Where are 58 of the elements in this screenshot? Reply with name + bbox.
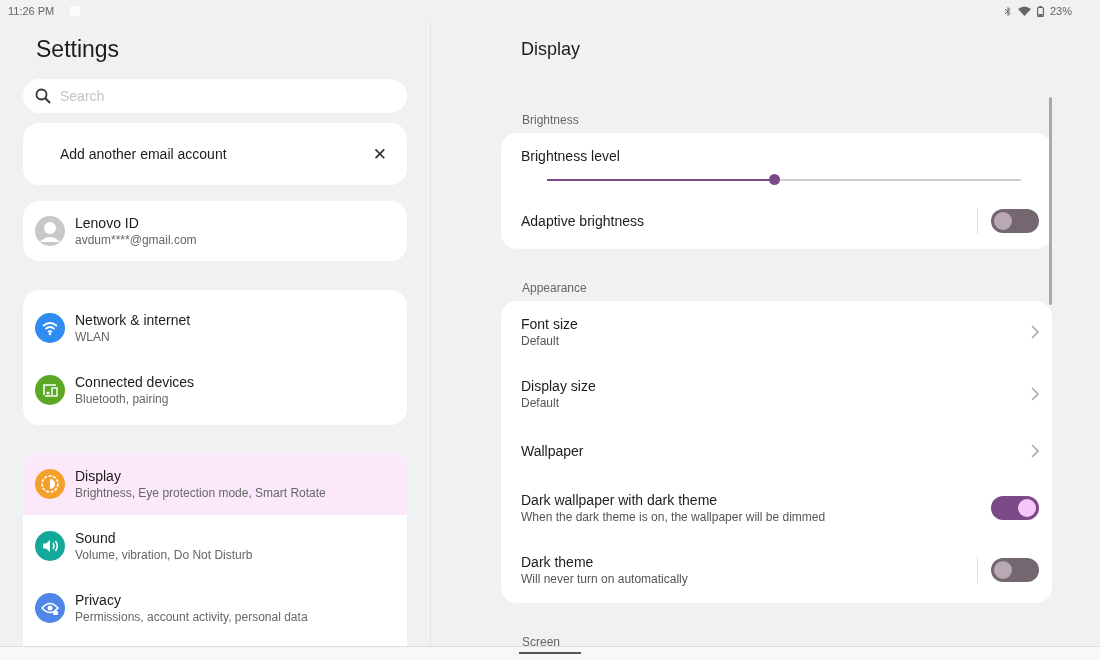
- row-label: Brightness level: [521, 148, 620, 164]
- row-label: Font size: [521, 315, 578, 333]
- home-handle[interactable]: [519, 652, 581, 654]
- toggle-switch[interactable]: [991, 558, 1039, 582]
- settings-item[interactable]: Network & internet WLAN: [23, 296, 407, 359]
- setting-row[interactable]: Dark wallpaper with dark theme When the dark theme is on, the wallpaper will be dimmed: [501, 477, 1052, 539]
- item-subtitle: Volume, vibration, Do Not Disturb: [75, 547, 253, 563]
- row-sublabel: When the dark theme is on, the wallpaper will be dimmed: [521, 509, 826, 525]
- row-label: Dark theme: [521, 553, 594, 571]
- setting-row[interactable]: Wallpaper: [501, 425, 1052, 477]
- search-icon: [35, 87, 51, 104]
- row-label: Dark wallpaper with dark theme: [521, 491, 718, 509]
- chevron-icon: [1031, 387, 1039, 401]
- account-email: avdum****@gmail.com: [75, 232, 197, 249]
- wifi-icon: [1017, 6, 1031, 16]
- row-sublabel: Default: [521, 333, 560, 349]
- item-title: Connected devices: [75, 372, 195, 391]
- item-title: Display: [75, 467, 121, 485]
- row-label: Display size: [521, 377, 596, 395]
- chevron-icon: [1031, 444, 1039, 458]
- banner-text: Add another email account: [60, 146, 228, 163]
- item-title: Network & internet: [75, 310, 191, 329]
- row-label: Adaptive brightness: [521, 212, 644, 230]
- page-title: Settings: [36, 36, 121, 64]
- row-sublabel: Default: [521, 395, 560, 411]
- toggle-switch[interactable]: [991, 209, 1039, 233]
- section-header: Screen: [522, 634, 562, 646]
- row-sublabel: Will never turn on automatically: [521, 571, 688, 587]
- item-title: Privacy: [75, 591, 121, 609]
- section-header: Brightness: [522, 112, 580, 129]
- item-subtitle: Permissions, account activity, personal data: [75, 609, 308, 625]
- account-name: Lenovo ID: [75, 214, 139, 233]
- settings-item[interactable]: Connected devices Bluetooth, pairing: [23, 358, 407, 421]
- chevron-icon: [1031, 325, 1039, 339]
- item-subtitle: Brightness, Eye protection mode, Smart Rotate: [75, 485, 326, 501]
- row-label: Wallpaper: [521, 442, 584, 460]
- setting-row[interactable]: Font size Default: [501, 301, 1052, 363]
- battery-percent: 23%: [1049, 5, 1072, 17]
- setting-row[interactable]: Display size Default: [501, 363, 1052, 425]
- bluetooth-icon: [1003, 5, 1012, 17]
- account-card[interactable]: Lenovo ID avdum****@gmail.com: [23, 201, 407, 261]
- settings-item[interactable]: Privacy Permissions, account activity, personal data: [23, 577, 407, 639]
- status-time: 11:26 PM: [8, 5, 55, 17]
- item-subtitle: WLAN: [75, 328, 110, 345]
- toggle-switch[interactable]: [991, 496, 1039, 520]
- detail-title: Display: [521, 39, 582, 61]
- close-button[interactable]: ✕: [372, 144, 387, 165]
- battery-icon: [1036, 5, 1044, 17]
- item-subtitle: Bluetooth, pairing: [75, 390, 169, 407]
- setting-row[interactable]: Dark theme Will never turn on automatically: [501, 539, 1052, 601]
- avatar-icon: [35, 216, 65, 247]
- settings-item[interactable]: Sound Volume, vibration, Do Not Disturb: [23, 515, 407, 577]
- item-title: Sound: [75, 529, 116, 547]
- search-field[interactable]: Search: [23, 78, 407, 113]
- scrollbar[interactable]: [1049, 97, 1052, 305]
- setting-row[interactable]: Adaptive brightness: [501, 195, 1052, 247]
- section-header: Appearance: [522, 280, 588, 297]
- settings-item[interactable]: Display Brightness, Eye protection mode, Smart Rotate: [23, 453, 407, 515]
